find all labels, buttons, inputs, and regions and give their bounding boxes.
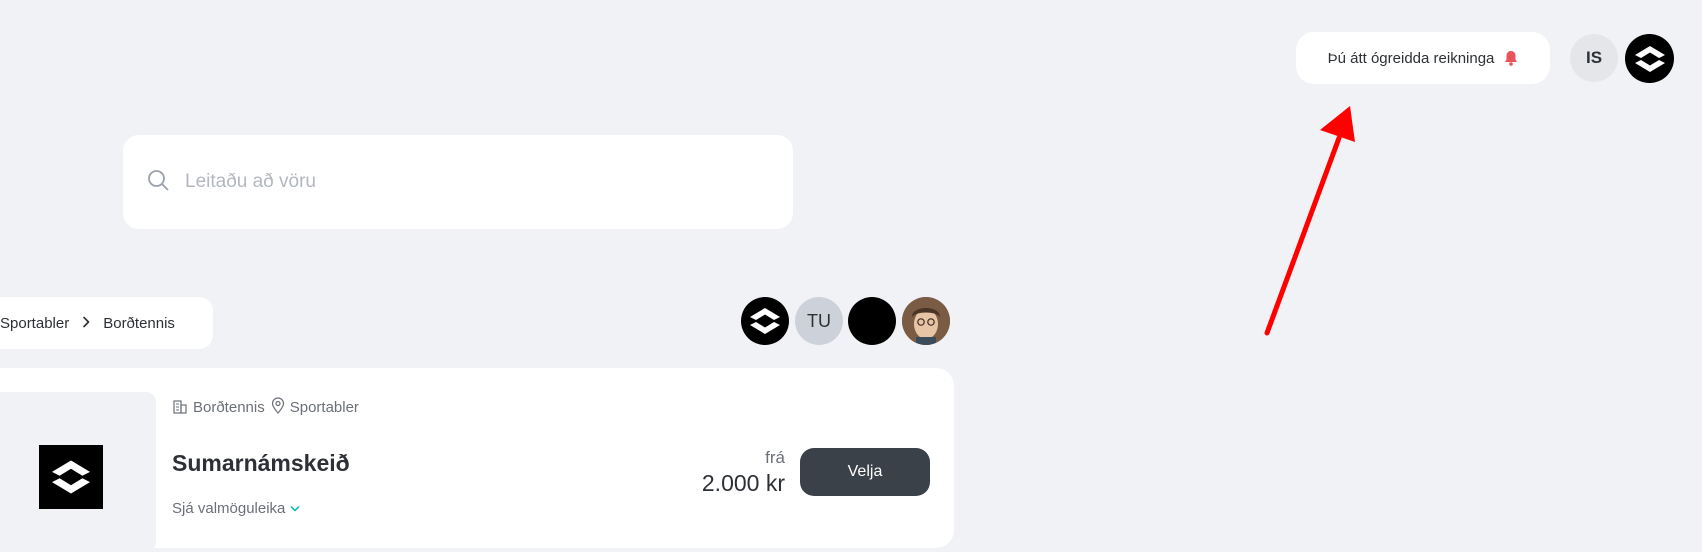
select-button[interactable]: Velja [800, 448, 930, 496]
brand-logo[interactable] [1625, 34, 1674, 83]
bell-icon [1504, 50, 1518, 66]
participant-avatar-photo[interactable] [902, 297, 950, 345]
search-input[interactable] [183, 170, 747, 194]
breadcrumb: Sportabler Borðtennis [0, 297, 213, 349]
view-options-label: Sjá valmöguleika [172, 500, 286, 517]
product-logo [39, 445, 103, 509]
view-options-link[interactable]: Sjá valmöguleika [172, 500, 300, 517]
unpaid-invoices-notice[interactable]: Þú átt ógreidda reikninga [1296, 32, 1550, 84]
unpaid-invoices-label: Þú átt ógreidda reikninga [1327, 49, 1495, 67]
participant-avatar-initials[interactable]: TU [795, 297, 843, 345]
annotation-arrow-icon [1264, 106, 1355, 336]
product-category: Borðtennis [172, 398, 265, 418]
participant-avatar-logo[interactable] [741, 297, 789, 345]
person-photo-icon [902, 297, 950, 345]
participant-avatar-blank[interactable] [848, 297, 896, 345]
user-avatar[interactable]: IS [1570, 34, 1618, 82]
search-icon [147, 169, 169, 196]
product-title: Sumarnámskeið [172, 450, 350, 476]
price-prefix: frá [765, 448, 785, 467]
breadcrumb-item-category[interactable]: Borðtennis [103, 315, 175, 332]
location-pin-icon [271, 397, 285, 418]
price-value: 2.000 kr [701, 470, 785, 496]
search-bar[interactable] [123, 135, 793, 229]
brand-logo-icon [1634, 45, 1665, 72]
breadcrumb-item-organizer[interactable]: Sportabler [0, 315, 69, 332]
chevron-right-icon [81, 315, 91, 332]
product-organizer-label: Sportabler [289, 399, 359, 416]
product-category-label: Borðtennis [193, 399, 265, 416]
chevron-down-icon [290, 500, 300, 517]
brand-logo-icon [750, 308, 780, 334]
building-icon [172, 398, 188, 418]
product-organizer: Sportabler [271, 397, 359, 418]
brand-logo-icon [52, 460, 90, 494]
product-meta: Borðtennis Sportabler [172, 397, 359, 418]
